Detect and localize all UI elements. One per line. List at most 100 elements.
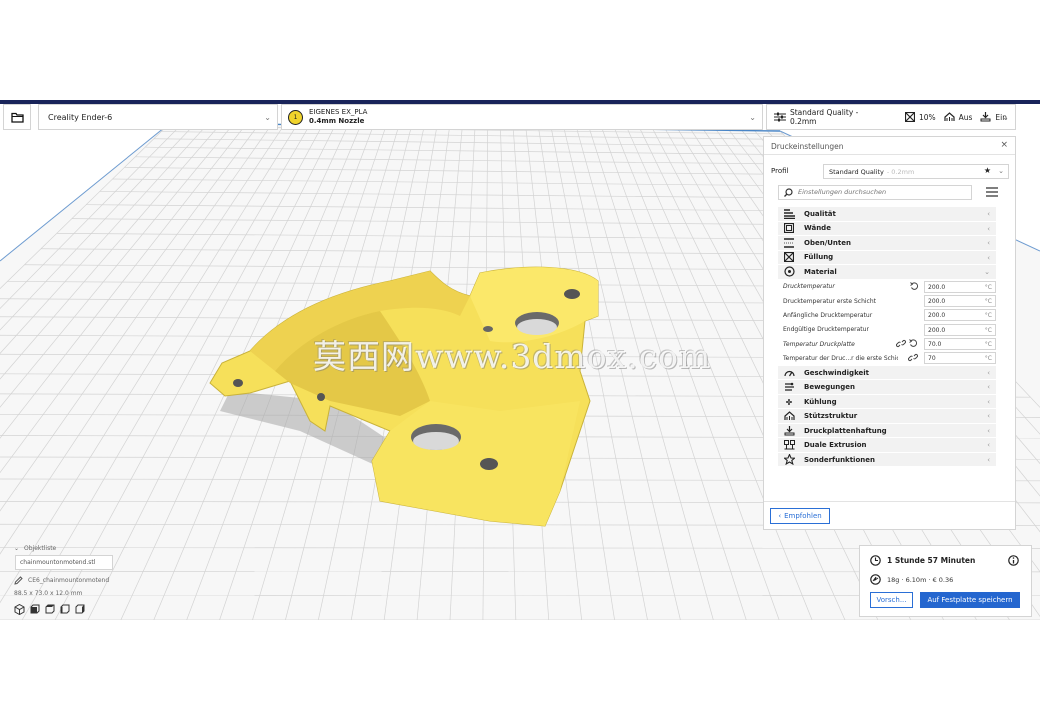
reset-icon[interactable] [910,281,919,291]
reset-icon[interactable] [909,339,918,348]
setting-value: 200.0 [928,326,946,334]
category-adhesion[interactable]: Druckplattenhaftung ‹ [778,423,996,439]
category-travel[interactable]: Bewegungen ‹ [778,380,996,395]
close-icon[interactable]: × [1000,140,1008,150]
category-special-modes[interactable]: Sonderfunktionen ‹ [778,452,996,468]
setting-bed-temperature-initial-layer: Temperatur der Druc...r die erste Schich… [778,351,996,365]
setting-print-temperature-initial-layer: Drucktemperatur erste Schicht 200.0 °C [778,294,996,308]
profile-label: Profil [771,167,789,175]
setting-unit: °C [984,326,992,334]
search-input[interactable] [798,188,963,196]
view-top-icon[interactable] [44,604,55,615]
chevron-left-icon: ‹ [987,239,990,247]
category-support[interactable]: Stützstruktur ‹ [778,409,996,424]
material-usage: 18g · 6.10m · € 0.36 [870,574,953,585]
view-3d-icon[interactable] [14,604,25,615]
search-box[interactable] [778,184,972,200]
setting-value: 70 [928,355,936,363]
link-icon [908,354,918,362]
category-cooling[interactable]: Kühlung ‹ [778,394,996,410]
setting-value: 70.0 [928,341,942,349]
setting-value-field[interactable]: 70.0 °C [924,338,996,351]
profile-row: Profil Standard Quality - 0.2mm ★ ⌄ [771,163,1011,179]
material-name: EIGENES EX_PLA [309,108,368,116]
save-to-disk-button[interactable]: Auf Festplatte speichern [920,592,1020,608]
infill-icon [904,112,915,122]
chevron-down-icon: ⌄ [984,268,990,276]
category-infill[interactable]: Füllung ‹ [778,250,996,265]
setting-value-field[interactable]: 200.0 °C [924,280,996,293]
top-bottom-icon [784,238,794,248]
travel-icon [784,382,794,391]
material-spool-icon [870,574,881,585]
support-icon [783,411,795,421]
print-time-text: 1 Stunde 57 Minuten [887,556,976,565]
setting-bed-temperature: Temperatur Druckplatte 70.0 °C [778,337,996,351]
material-usage-text: 18g · 6.10m · € 0.36 [887,575,954,584]
settings-sliders-icon [774,112,786,122]
category-quality[interactable]: Qualität ‹ [778,207,996,222]
category-speed[interactable]: Geschwindigkeit ‹ [778,365,996,381]
setting-value: 200.0 [928,297,946,305]
setting-label: Temperatur der Druc...r die erste Schich… [783,355,898,363]
profile-value: Standard Quality [829,167,884,176]
view-front-icon[interactable] [29,604,40,615]
object-list-toggle[interactable]: ⌄ Objektliste [14,545,56,552]
extruder-icon: 1 [288,109,303,125]
chevron-down-icon: ⌄ [1002,113,1009,122]
category-dual-extrusion[interactable]: Duale Extrusion ‹ [778,438,996,453]
panel-divider [764,501,1015,502]
panel-header: Druckeinstellungen × [764,137,1015,155]
setting-label: Drucktemperatur erste Schicht [783,297,876,305]
category-label: Qualität [804,209,836,218]
setting-value-field[interactable]: 200.0 °C [924,309,996,322]
search-row [778,184,1010,200]
chevron-left-icon: ‹ [987,412,990,421]
chevron-left-icon: ‹ [987,210,990,218]
print-settings-panel: Druckeinstellungen × Profil Standard Qua… [763,136,1016,530]
print-settings-selector[interactable]: Standard Quality - 0.2mm 10% Aus Ein ⌄ [766,104,1016,130]
profile-sub: - 0.2mm [886,167,915,176]
nozzle-size: 0.4mm Nozzle [309,117,365,125]
setting-value-field[interactable]: 200.0 °C [924,294,996,307]
category-material[interactable]: Material ⌄ [778,265,996,280]
clock-icon [870,555,881,566]
object-name-field[interactable]: chainmountonmotend.stl [15,555,113,570]
category-top-bottom[interactable]: Oben/Unten ‹ [778,236,996,251]
dual-extrusion-icon [783,440,795,450]
open-file-button[interactable] [3,104,31,130]
chevron-left-icon: ‹ [987,441,990,450]
category-label: Oben/Unten [804,238,851,247]
material-icon [783,266,795,277]
setting-unit: °C [984,297,992,305]
setting-value-field[interactable]: 70 °C [924,352,996,365]
search-icon [784,187,793,197]
category-label: Druckplattenhaftung [804,426,887,435]
category-label: Bewegungen [804,383,856,392]
info-icon[interactable] [1008,555,1019,566]
category-label: Kühlung [804,397,837,406]
chevron-left-icon: ‹ [987,253,990,262]
category-label: Sonderfunktionen [804,455,875,464]
category-walls[interactable]: Wände ‹ [778,221,996,236]
chevron-down-icon: ⌄ [14,545,20,552]
view-right-icon[interactable] [74,604,85,615]
print-job-panel: 1 Stunde 57 Minuten 18g · 6.10m · € 0.36… [859,545,1032,617]
setting-unit: °C [984,312,992,320]
menu-icon[interactable] [986,187,998,197]
printer-selector[interactable]: Creality Ender-6 ⌄ [38,104,278,130]
profile-select[interactable]: Standard Quality - 0.2mm ★ ⌄ [823,163,1009,179]
cooling-icon [786,398,792,405]
setting-label: Temperatur Druckplatte [783,340,855,348]
view-left-icon[interactable] [59,604,70,615]
setting-value-field[interactable]: 200.0 °C [924,323,996,336]
pencil-icon[interactable] [14,576,23,585]
recommended-button[interactable]: ‹ Empfohlen [770,508,830,524]
category-label: Füllung [804,253,834,262]
special-modes-icon [783,454,795,466]
preview-button[interactable]: Vorsch... [870,592,913,608]
support-icon [944,112,955,121]
quality-label: Standard Quality - 0.2mm [789,108,859,126]
material-selector[interactable]: 1 EIGENES EX_PLA 0.4mm Nozzle ⌄ [281,104,763,130]
category-label: Material [804,267,837,276]
